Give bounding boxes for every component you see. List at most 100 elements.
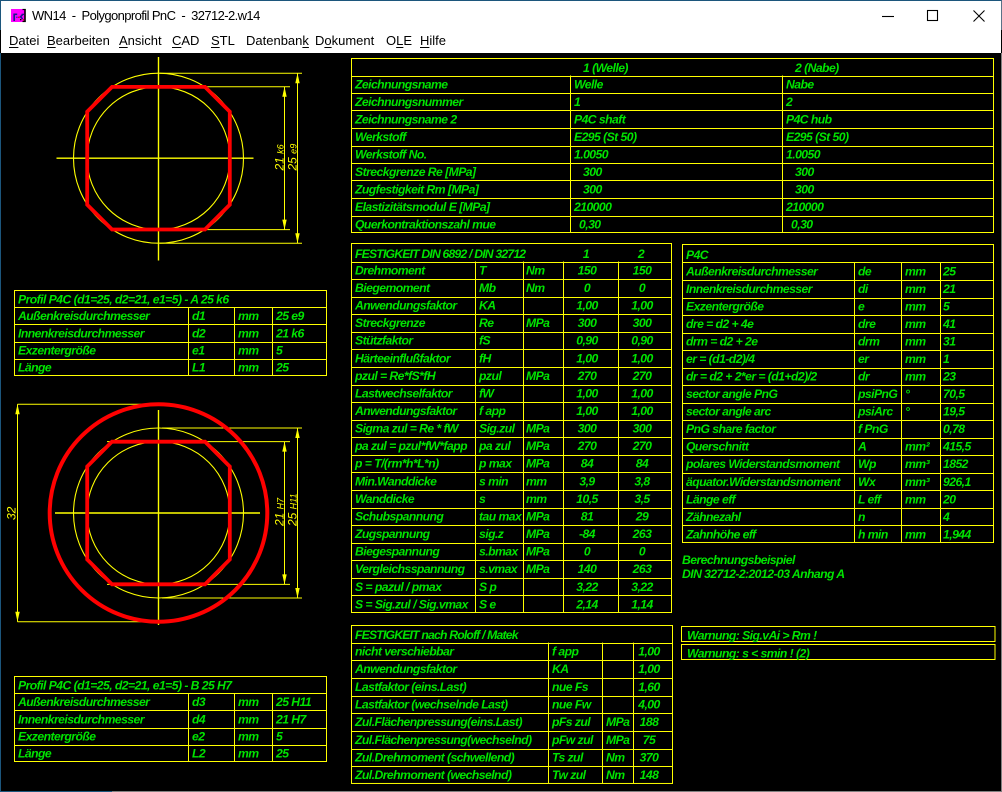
- svg-text:mm: mm: [905, 299, 926, 313]
- svg-text:0: 0: [639, 281, 646, 295]
- svg-text:Anwendungsfaktor: Anwendungsfaktor: [354, 299, 458, 313]
- svg-text:pa zul = pzul*fW*fapp: pa zul = pzul*fW*fapp: [354, 439, 468, 453]
- svg-text:1: 1: [574, 95, 581, 109]
- svg-text:DIN 32712-2:2012-03 Anhang A: DIN 32712-2:2012-03 Anhang A: [682, 567, 845, 581]
- svg-text:25: 25: [942, 264, 956, 278]
- svg-text:150: 150: [578, 263, 597, 277]
- svg-text:270: 270: [632, 439, 652, 453]
- svg-text:mm: mm: [905, 527, 926, 541]
- svg-text:mm: mm: [905, 282, 926, 296]
- svg-text:Profil P4C (d1=25, d2=21, e1=5: Profil P4C (d1=25, d2=21, e1=5) - A 25 k…: [18, 293, 229, 307]
- svg-text:Nm: Nm: [606, 751, 625, 765]
- svg-text:mm: mm: [526, 492, 547, 506]
- svg-text:Länge: Länge: [18, 361, 52, 375]
- svg-text:°: °: [905, 405, 910, 419]
- svg-text:KA: KA: [552, 662, 569, 676]
- svg-text:10,5: 10,5: [576, 492, 598, 506]
- svg-text:81: 81: [581, 509, 594, 523]
- svg-text:Zul.Flächenpressung(eins.Last): Zul.Flächenpressung(eins.Last): [354, 715, 523, 729]
- svg-text:mm: mm: [238, 326, 259, 340]
- svg-text:L eff: L eff: [858, 492, 883, 506]
- svg-text:S e: S e: [479, 597, 496, 611]
- svg-text:1852: 1852: [943, 457, 969, 471]
- svg-text:p = T/(rm*h*L*n): p = T/(rm*h*L*n): [354, 457, 439, 471]
- svg-text:h min: h min: [858, 527, 888, 541]
- svg-text:Wx: Wx: [858, 475, 877, 489]
- svg-text:1.0050: 1.0050: [574, 147, 609, 161]
- svg-text:mm: mm: [238, 344, 259, 358]
- svg-text:300: 300: [578, 316, 597, 330]
- svg-text:sig.z: sig.z: [479, 527, 505, 541]
- svg-text:300: 300: [633, 316, 652, 330]
- svg-text:FESTIGKEIT nach Roloff / Matek: FESTIGKEIT nach Roloff / Matek: [355, 628, 520, 642]
- svg-text:MPa: MPa: [606, 733, 630, 747]
- svg-text:75: 75: [643, 733, 656, 747]
- svg-text:4: 4: [942, 510, 950, 524]
- svg-text:n: n: [858, 510, 865, 524]
- svg-text:Schubspannung: Schubspannung: [355, 509, 444, 523]
- svg-text:Warnung: Sig.vAi > Rm !: Warnung: Sig.vAi > Rm !: [687, 628, 817, 642]
- svg-text:31: 31: [943, 335, 956, 349]
- svg-text:mm: mm: [238, 695, 259, 709]
- svg-text:140: 140: [578, 562, 597, 576]
- svg-text:29: 29: [635, 509, 649, 523]
- svg-text:2: 2: [785, 95, 793, 109]
- svg-text:Warnung: s < smin ! (2): Warnung: s < smin ! (2): [687, 646, 810, 660]
- svg-text:Re: Re: [479, 316, 494, 330]
- svg-text:270: 270: [577, 369, 597, 383]
- svg-text:1,00: 1,00: [631, 386, 653, 400]
- svg-text:MPa: MPa: [606, 715, 630, 729]
- svg-text:1,00: 1,00: [576, 351, 598, 365]
- svg-text:84: 84: [636, 457, 649, 471]
- svg-text:263: 263: [632, 562, 652, 576]
- svg-text:S = pazul / pmax: S = pazul / pmax: [355, 580, 443, 594]
- svg-text:MPa: MPa: [526, 545, 550, 559]
- svg-text:dre: dre: [858, 317, 876, 331]
- svg-text:Außenkreisdurchmesser: Außenkreisdurchmesser: [17, 309, 151, 323]
- svg-text:1 (Welle): 1 (Welle): [583, 61, 628, 75]
- svg-text:mm: mm: [905, 370, 926, 384]
- svg-text:pFw zul: pFw zul: [551, 733, 594, 747]
- svg-text:E295 (St 50): E295 (St 50): [574, 130, 637, 144]
- svg-text:Lastfaktor (eins.Last): Lastfaktor (eins.Last): [355, 680, 467, 694]
- svg-text:P4C: P4C: [686, 248, 709, 262]
- svg-text:°: °: [905, 387, 910, 401]
- svg-text:5: 5: [276, 730, 283, 744]
- svg-text:Nm: Nm: [606, 768, 625, 782]
- svg-text:Lastwechselfaktor: Lastwechselfaktor: [355, 386, 454, 400]
- svg-text:3,22: 3,22: [576, 580, 598, 594]
- svg-text:mm²: mm²: [905, 440, 931, 454]
- svg-text:148: 148: [640, 768, 659, 782]
- svg-text:370: 370: [640, 751, 659, 765]
- svg-text:3,22: 3,22: [631, 580, 653, 594]
- svg-text:270: 270: [632, 369, 652, 383]
- svg-text:23: 23: [942, 370, 956, 384]
- svg-text:Anwendungsfaktor: Anwendungsfaktor: [354, 404, 458, 418]
- svg-text:mm: mm: [905, 492, 926, 506]
- svg-text:pzul: pzul: [478, 369, 502, 383]
- svg-text:415,5: 415,5: [942, 440, 972, 454]
- svg-text:21: 21: [942, 282, 956, 296]
- svg-text:nue Fw: nue Fw: [552, 698, 593, 712]
- svg-text:20: 20: [942, 492, 956, 506]
- svg-text:L2: L2: [192, 747, 206, 761]
- svg-text:Nabe: Nabe: [786, 77, 814, 91]
- svg-text:Exzentergröße: Exzentergröße: [686, 299, 764, 313]
- svg-text:pzul = Re*fS*fH: pzul = Re*fS*fH: [354, 369, 437, 383]
- svg-text:1: 1: [583, 247, 590, 261]
- svg-text:Querschnitt: Querschnitt: [686, 440, 750, 454]
- svg-text:er: er: [858, 352, 870, 366]
- svg-text:3,9: 3,9: [579, 474, 595, 488]
- svg-text:300: 300: [795, 165, 814, 179]
- svg-text:1,00: 1,00: [631, 351, 653, 365]
- svg-text:P4C hub: P4C hub: [786, 112, 833, 126]
- svg-text:Nm: Nm: [526, 263, 545, 277]
- svg-text:Min.Wanddicke: Min.Wanddicke: [355, 474, 437, 488]
- svg-text:1,00: 1,00: [576, 299, 598, 313]
- svg-text:Berechnungsbeispiel: Berechnungsbeispiel: [682, 553, 796, 567]
- svg-text:Vergleichsspannung: Vergleichsspannung: [355, 562, 466, 576]
- svg-text:s.vmax: s.vmax: [479, 562, 519, 576]
- svg-text:psiArc: psiArc: [857, 405, 893, 419]
- svg-text:Streckgrenze Re [MPa]: Streckgrenze Re [MPa]: [355, 165, 477, 179]
- svg-text:21 H7: 21 H7: [275, 712, 308, 726]
